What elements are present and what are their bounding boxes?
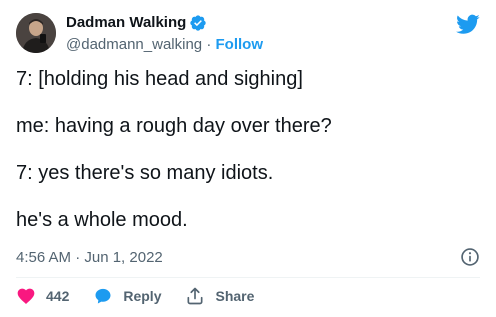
info-icon[interactable] bbox=[460, 247, 480, 267]
like-button[interactable]: 442 bbox=[16, 286, 69, 306]
timestamp[interactable]: 4:56 AM · Jun 1, 2022 bbox=[16, 249, 163, 267]
twitter-bird-icon[interactable] bbox=[456, 12, 480, 36]
handle-row: @dadmann_walking · Follow bbox=[66, 36, 263, 54]
avatar[interactable] bbox=[16, 13, 56, 53]
action-bar: 442 Reply Share bbox=[16, 286, 278, 306]
display-name[interactable]: Dadman Walking bbox=[66, 14, 186, 32]
follow-button[interactable]: Follow bbox=[216, 36, 264, 53]
share-upload-icon bbox=[187, 287, 203, 305]
share-label: Share bbox=[215, 288, 255, 304]
tweet-line: he's a whole mood. bbox=[16, 209, 188, 231]
name-row: Dadman Walking bbox=[66, 14, 207, 32]
share-button[interactable]: Share bbox=[185, 286, 254, 306]
reply-bubble-icon bbox=[95, 288, 111, 304]
tweet-line: me: having a rough day over there? bbox=[16, 115, 332, 137]
separator-dot: · bbox=[206, 36, 216, 53]
tweet-card: Dadman Walking @dadmann_walking · Follow… bbox=[0, 0, 496, 317]
reply-label: Reply bbox=[123, 288, 162, 304]
divider bbox=[16, 277, 480, 278]
reply-button[interactable]: Reply bbox=[93, 286, 161, 306]
like-count: 442 bbox=[46, 288, 70, 304]
tweet-line: 7: yes there's so many idiots. bbox=[16, 162, 274, 184]
verified-badge-icon bbox=[190, 15, 206, 31]
handle[interactable]: @dadmann_walking bbox=[66, 36, 202, 53]
tweet-line: 7: [holding his head and sighing] bbox=[16, 68, 303, 90]
tweet-body: 7: [holding his head and sighing] me: ha… bbox=[16, 67, 476, 255]
heart-icon bbox=[17, 288, 35, 304]
